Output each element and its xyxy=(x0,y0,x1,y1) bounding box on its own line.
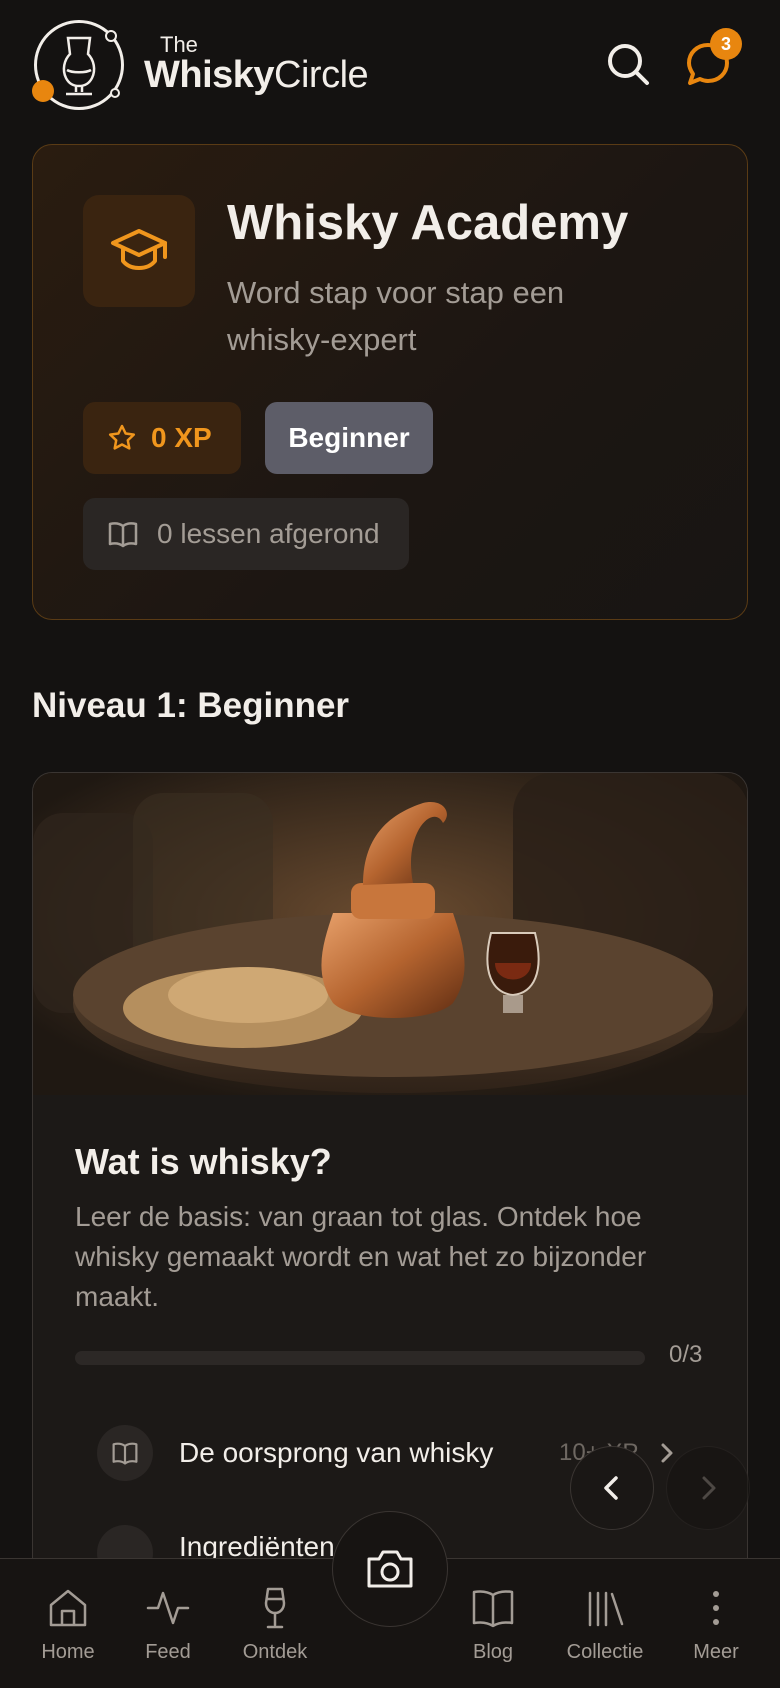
more-vertical-icon xyxy=(713,1591,719,1625)
lessons-completed-badge: 0 lessen afgerond xyxy=(83,498,409,570)
star-icon xyxy=(108,424,136,450)
academy-subtitle: Word stap voor stap een whisky-expert xyxy=(227,275,565,357)
nav-ontdek[interactable]: Ontdek xyxy=(220,1585,330,1664)
lesson-module-title: Wat is whisky? xyxy=(75,1141,332,1182)
lessons-completed-text: 0 lessen afgerond xyxy=(157,518,380,549)
lesson-progress-bar xyxy=(75,1351,645,1365)
home-icon xyxy=(49,1589,87,1627)
glencairn-glass-icon xyxy=(62,36,96,96)
lesson-item-label: De oorsprong van whisky xyxy=(179,1437,494,1468)
logo-orbit-dot xyxy=(110,88,120,98)
activity-icon xyxy=(146,1591,190,1625)
nav-home-label: Home xyxy=(41,1641,95,1663)
app-header: The WhiskyCircle 3 xyxy=(0,0,780,135)
nav-blog[interactable]: Blog xyxy=(438,1585,548,1664)
chevron-left-icon xyxy=(604,1476,618,1500)
lesson-progress-label: 0/3 xyxy=(669,1341,703,1368)
graduation-cap-icon xyxy=(111,229,167,270)
the-whisky-circle-logo[interactable]: The WhiskyCircle xyxy=(32,18,369,114)
logo-dot xyxy=(32,80,54,102)
copper-still-illustration xyxy=(33,773,747,1095)
section-title: Niveau 1: Beginner xyxy=(32,686,350,725)
search-icon xyxy=(608,44,649,85)
open-book-icon xyxy=(108,522,138,548)
notification-badge: 3 xyxy=(710,28,742,60)
previous-button[interactable] xyxy=(570,1446,654,1530)
lesson-item-icon xyxy=(97,1425,153,1481)
glass-icon xyxy=(264,1587,286,1629)
level-badge: Beginner xyxy=(265,402,433,474)
camera-icon xyxy=(367,1550,413,1588)
nav-feed[interactable]: Feed xyxy=(113,1585,223,1664)
academy-title: Whisky Academy xyxy=(227,196,629,250)
nav-home[interactable]: Home xyxy=(13,1585,123,1664)
nav-meer[interactable]: Meer xyxy=(661,1585,771,1664)
lesson-cover-image xyxy=(33,773,747,1095)
chevron-right-icon xyxy=(702,1476,716,1500)
open-book-icon xyxy=(112,1442,138,1465)
xp-badge: 0 XP xyxy=(83,402,241,474)
book-icon xyxy=(472,1590,514,1628)
logo-orbit-dot xyxy=(105,30,117,42)
nav-collectie-label: Collectie xyxy=(566,1641,644,1663)
academy-icon-tile xyxy=(83,195,195,307)
next-button[interactable] xyxy=(666,1446,750,1530)
nav-blog-label: Blog xyxy=(472,1641,514,1663)
logo-wordmark: WhiskyCircle xyxy=(144,54,369,96)
camera-button[interactable] xyxy=(332,1511,448,1627)
nav-meer-label: Meer xyxy=(693,1641,739,1663)
lesson-module-description: Leer de basis: van graan tot glas. Ontde… xyxy=(75,1201,647,1312)
academy-card: Whisky Academy Word stap voor stap een w… xyxy=(32,144,748,620)
nav-feed-label: Feed xyxy=(145,1641,191,1663)
nav-collectie[interactable]: Collectie xyxy=(550,1585,660,1664)
nav-ontdek-label: Ontdek xyxy=(242,1641,308,1663)
xp-value: 0 XP xyxy=(151,422,212,453)
library-icon xyxy=(588,1591,624,1627)
search-button[interactable] xyxy=(602,38,654,90)
